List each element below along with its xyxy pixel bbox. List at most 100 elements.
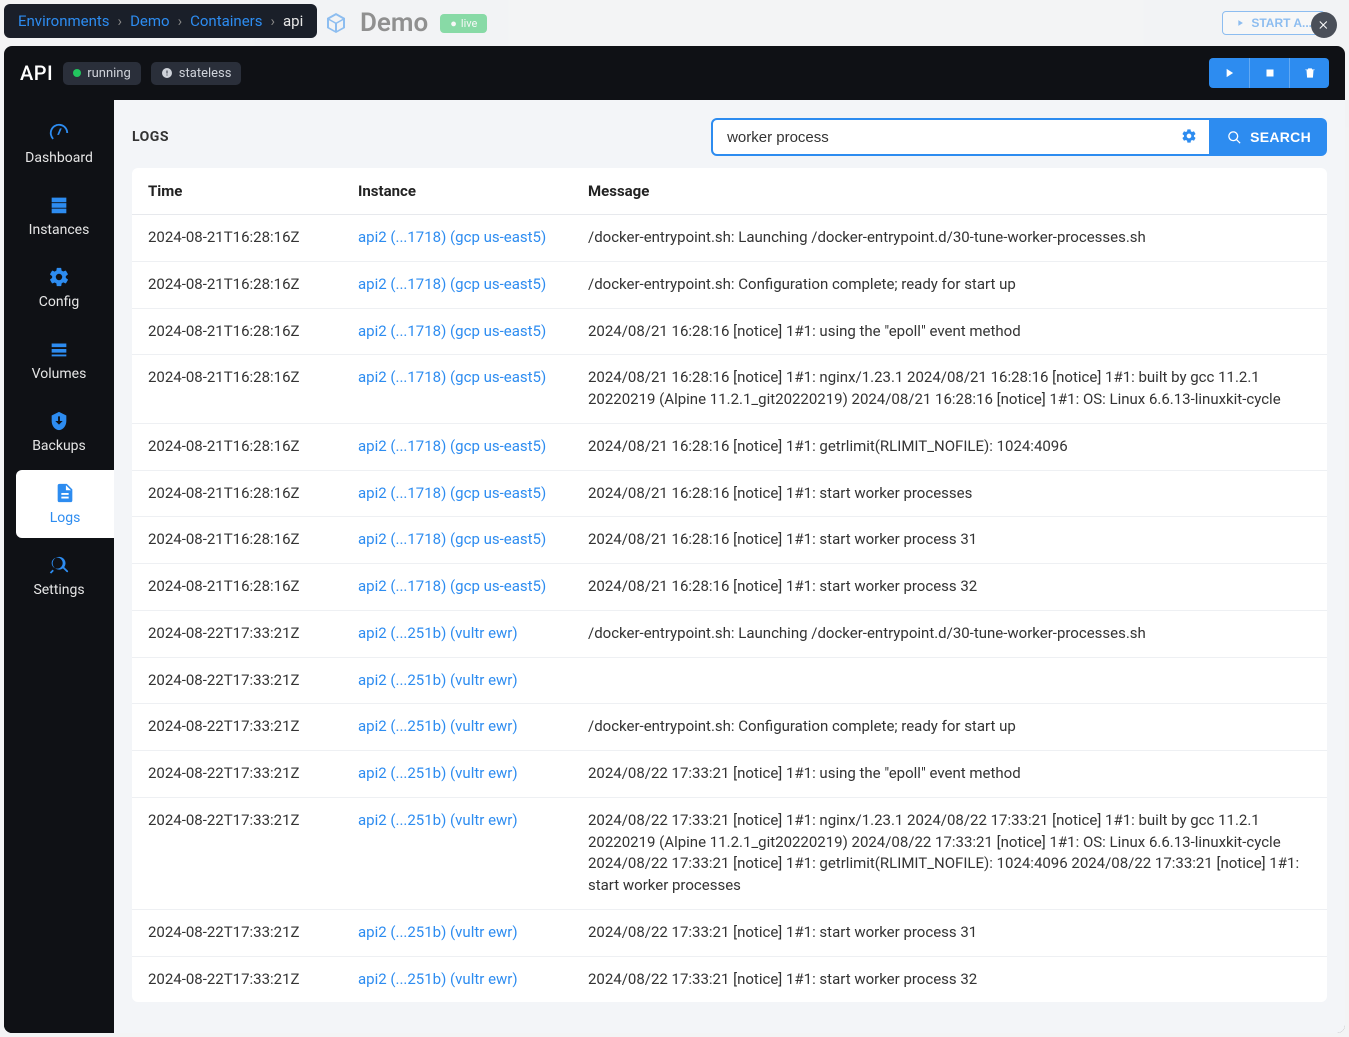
cell-message: 2024/08/21 16:28:16 [notice] 1#1: start … [572, 470, 1327, 517]
cell-message: 2024/08/22 17:33:21 [notice] 1#1: start … [572, 909, 1327, 956]
bg-env-title: Demo [360, 8, 428, 38]
instance-link[interactable]: api2 (...1718) (gcp us-east5) [358, 484, 546, 502]
dashboard-icon [48, 122, 70, 144]
cell-time: 2024-08-21T16:28:16Z [132, 517, 342, 564]
instance-link[interactable]: api2 (...251b) (vultr ewr) [358, 764, 518, 782]
cell-instance: api2 (...1718) (gcp us-east5) [342, 261, 572, 308]
cell-message: 2024/08/21 16:28:16 [notice] 1#1: getrli… [572, 423, 1327, 470]
sidebar-item-logs[interactable]: Logs [16, 470, 114, 538]
cell-message: 2024/08/22 17:33:21 [notice] 1#1: using … [572, 751, 1327, 798]
logs-icon [54, 482, 76, 504]
cell-time: 2024-08-21T16:28:16Z [132, 564, 342, 611]
cell-instance: api2 (...251b) (vultr ewr) [342, 909, 572, 956]
instance-link[interactable]: api2 (...1718) (gcp us-east5) [358, 275, 546, 293]
bg-live-badge: ●live [440, 14, 487, 33]
cell-instance: api2 (...251b) (vultr ewr) [342, 751, 572, 798]
cell-instance: api2 (...251b) (vultr ewr) [342, 610, 572, 657]
search-settings-button[interactable] [1177, 124, 1201, 151]
sidebar-item-backups[interactable]: Backups [10, 398, 108, 466]
chevron-right-icon: › [178, 12, 183, 30]
cell-time: 2024-08-22T17:33:21Z [132, 704, 342, 751]
cell-message [572, 657, 1327, 704]
start-button[interactable] [1209, 58, 1249, 88]
instance-link[interactable]: api2 (...1718) (gcp us-east5) [358, 437, 546, 455]
cell-time: 2024-08-22T17:33:21Z [132, 751, 342, 798]
backups-icon [48, 410, 70, 432]
instance-link[interactable]: api2 (...251b) (vultr ewr) [358, 923, 518, 941]
cell-message: /docker-entrypoint.sh: Launching /docker… [572, 215, 1327, 262]
cell-message: /docker-entrypoint.sh: Configuration com… [572, 704, 1327, 751]
breadcrumb-item-demo[interactable]: Demo [130, 12, 170, 30]
sidebar-item-dashboard[interactable]: Dashboard [10, 110, 108, 178]
sidebar-item-instances[interactable]: Instances [10, 182, 108, 250]
cell-time: 2024-08-22T17:33:21Z [132, 797, 342, 909]
volumes-icon [48, 338, 70, 360]
cell-message: 2024/08/21 16:28:16 [notice] 1#1: nginx/… [572, 355, 1327, 424]
table-row: 2024-08-21T16:28:16Z api2 (...1718) (gcp … [132, 355, 1327, 424]
stop-icon [1263, 66, 1277, 80]
cell-time: 2024-08-22T17:33:21Z [132, 610, 342, 657]
cell-instance: api2 (...251b) (vultr ewr) [342, 797, 572, 909]
instance-link[interactable]: api2 (...251b) (vultr ewr) [358, 717, 518, 735]
settings-icon [48, 554, 70, 576]
cell-time: 2024-08-22T17:33:21Z [132, 909, 342, 956]
table-row: 2024-08-21T16:28:16Z api2 (...1718) (gcp … [132, 470, 1327, 517]
cell-time: 2024-08-21T16:28:16Z [132, 355, 342, 424]
table-row: 2024-08-21T16:28:16Z api2 (...1718) (gcp … [132, 517, 1327, 564]
instance-link[interactable]: api2 (...251b) (vultr ewr) [358, 624, 518, 642]
sidebar-item-label: Logs [50, 510, 81, 526]
instance-link[interactable]: api2 (...1718) (gcp us-east5) [358, 368, 546, 386]
sidebar-item-label: Settings [33, 582, 84, 598]
cell-time: 2024-08-22T17:33:21Z [132, 657, 342, 704]
instance-link[interactable]: api2 (...1718) (gcp us-east5) [358, 530, 546, 548]
table-row: 2024-08-22T17:33:21Z api2 (...251b) (vult… [132, 797, 1327, 909]
content-panel: LOGS SEARCH [114, 100, 1345, 1033]
table-row: 2024-08-21T16:28:16Z api2 (...1718) (gcp … [132, 261, 1327, 308]
trash-icon [1303, 66, 1317, 80]
search-wrap: SEARCH [711, 118, 1327, 156]
cell-time: 2024-08-21T16:28:16Z [132, 470, 342, 517]
bg-start-button[interactable]: START A... [1222, 11, 1325, 35]
play-icon [1222, 66, 1236, 80]
table-row: 2024-08-21T16:28:16Z api2 (...1718) (gcp … [132, 308, 1327, 355]
stateless-icon [161, 67, 173, 79]
table-row: 2024-08-22T17:33:21Z api2 (...251b) (vult… [132, 657, 1327, 704]
panel-title: LOGS [132, 129, 169, 145]
col-header-message: Message [572, 168, 1327, 215]
instance-link[interactable]: api2 (...251b) (vultr ewr) [358, 671, 518, 689]
sidebar: DashboardInstancesConfigVolumes Backups Lo… [4, 100, 114, 1033]
instance-link[interactable]: api2 (...1718) (gcp us-east5) [358, 577, 546, 595]
sidebar-item-volumes[interactable]: Volumes [10, 326, 108, 394]
cell-instance: api2 (...1718) (gcp us-east5) [342, 470, 572, 517]
table-row: 2024-08-21T16:28:16Z api2 (...1718) (gcp … [132, 564, 1327, 611]
cell-time: 2024-08-21T16:28:16Z [132, 261, 342, 308]
cell-instance: api2 (...1718) (gcp us-east5) [342, 564, 572, 611]
cell-message: 2024/08/21 16:28:16 [notice] 1#1: using … [572, 308, 1327, 355]
modal-header: API running stateless [4, 46, 1345, 100]
search-icon [1227, 130, 1242, 145]
breadcrumb: Environments›Demo›Containers›api [4, 4, 317, 38]
cell-time: 2024-08-21T16:28:16Z [132, 308, 342, 355]
instance-link[interactable]: api2 (...1718) (gcp us-east5) [358, 228, 546, 246]
search-button[interactable]: SEARCH [1211, 118, 1327, 156]
breadcrumb-item-containers[interactable]: Containers [190, 12, 262, 30]
status-pill-running: running [63, 62, 141, 85]
delete-button[interactable] [1289, 58, 1329, 88]
cell-message: 2024/08/22 17:33:21 [notice] 1#1: start … [572, 956, 1327, 1002]
sidebar-item-label: Backups [32, 438, 86, 454]
cell-message: 2024/08/22 17:33:21 [notice] 1#1: nginx/… [572, 797, 1327, 909]
cell-instance: api2 (...1718) (gcp us-east5) [342, 308, 572, 355]
gear-icon [1181, 128, 1197, 144]
instance-link[interactable]: api2 (...251b) (vultr ewr) [358, 970, 518, 988]
instance-link[interactable]: api2 (...1718) (gcp us-east5) [358, 322, 546, 340]
search-input[interactable] [727, 129, 1177, 146]
breadcrumb-item-environments[interactable]: Environments [18, 12, 110, 30]
instance-link[interactable]: api2 (...251b) (vultr ewr) [358, 811, 518, 829]
stop-button[interactable] [1249, 58, 1289, 88]
sidebar-item-config[interactable]: Config [10, 254, 108, 322]
cell-instance: api2 (...1718) (gcp us-east5) [342, 215, 572, 262]
chevron-right-icon: › [118, 12, 123, 30]
close-button[interactable] [1311, 12, 1337, 38]
sidebar-item-settings[interactable]: Settings [10, 542, 108, 610]
table-row: 2024-08-22T17:33:21Z api2 (...251b) (vult… [132, 751, 1327, 798]
